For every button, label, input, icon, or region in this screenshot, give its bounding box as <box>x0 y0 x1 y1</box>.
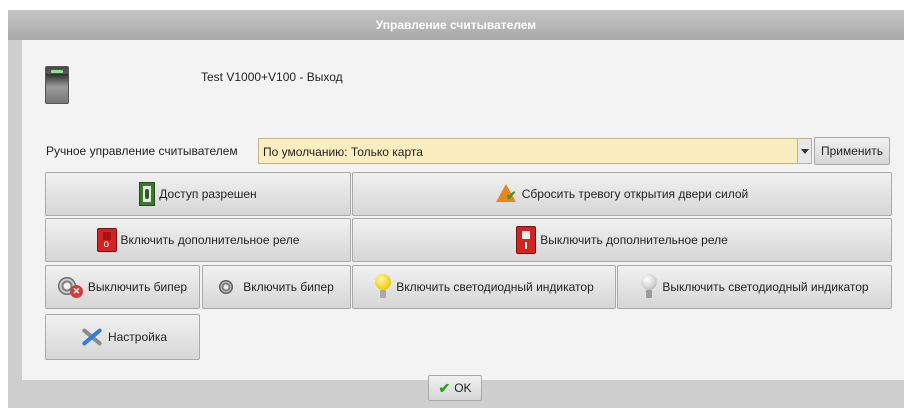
chevron-down-icon[interactable] <box>797 139 811 163</box>
led-on-label: Включить светодиодный индикатор <box>396 280 594 294</box>
title-bar: Управление считывателем <box>8 10 904 40</box>
aux-relay-off-button[interactable]: Выключить дополнительное реле <box>352 218 892 262</box>
window-title: Управление считывателем <box>375 18 537 32</box>
ok-label: OK <box>454 381 472 395</box>
reader-control-dialog: Управление считывателем Test V1000+V100 … <box>8 10 904 408</box>
door-icon <box>139 182 156 206</box>
beeper-on-icon <box>219 280 234 294</box>
manual-mode-select[interactable]: По умолчанию: Только карта <box>258 138 812 164</box>
beeper-off-button[interactable]: Выключить бипер <box>45 265 200 309</box>
settings-tools-icon <box>78 325 104 349</box>
beeper-on-button[interactable]: Включить бипер <box>202 265 351 309</box>
reader-device-icon <box>45 66 69 104</box>
content-panel: Test V1000+V100 - Выход Ручное управлени… <box>22 40 904 380</box>
access-granted-label: Доступ разрешен <box>159 187 257 201</box>
manual-control-label: Ручное управление считывателем <box>46 144 238 158</box>
led-off-label: Выключить светодиодный индикатор <box>662 280 869 294</box>
warning-check-icon <box>495 184 518 204</box>
settings-button[interactable]: Настройка <box>45 314 200 360</box>
apply-button-label: Применить <box>820 144 883 158</box>
aux-relay-off-label: Выключить дополнительное реле <box>540 233 728 247</box>
bulb-off-icon <box>640 274 658 300</box>
led-on-button[interactable]: Включить светодиодный индикатор <box>352 265 616 309</box>
apply-button[interactable]: Применить <box>814 137 890 165</box>
aux-relay-on-button[interactable]: Включить дополнительное реле <box>45 218 351 262</box>
relay-off-icon <box>516 226 537 254</box>
settings-label: Настройка <box>107 330 168 344</box>
check-icon: ✔ <box>438 379 451 396</box>
manual-mode-value: По умолчанию: Только карта <box>263 145 423 159</box>
aux-relay-on-label: Включить дополнительное реле <box>120 233 300 247</box>
device-name: Test V1000+V100 - Выход <box>201 70 343 84</box>
bulb-on-icon <box>374 274 392 300</box>
reset-forced-door-alarm-label: Сбросить тревогу открытия двери силой <box>521 187 749 201</box>
beeper-on-label: Включить бипер <box>243 280 334 294</box>
relay-on-icon <box>96 228 117 252</box>
access-granted-button[interactable]: Доступ разрешен <box>45 172 351 216</box>
ok-button[interactable]: ✔ OK <box>428 375 482 401</box>
led-off-button[interactable]: Выключить светодиодный индикатор <box>617 265 892 309</box>
beeper-off-icon <box>57 275 84 299</box>
beeper-off-label: Выключить бипер <box>87 280 188 294</box>
reset-forced-door-alarm-button[interactable]: Сбросить тревогу открытия двери силой <box>352 172 892 216</box>
